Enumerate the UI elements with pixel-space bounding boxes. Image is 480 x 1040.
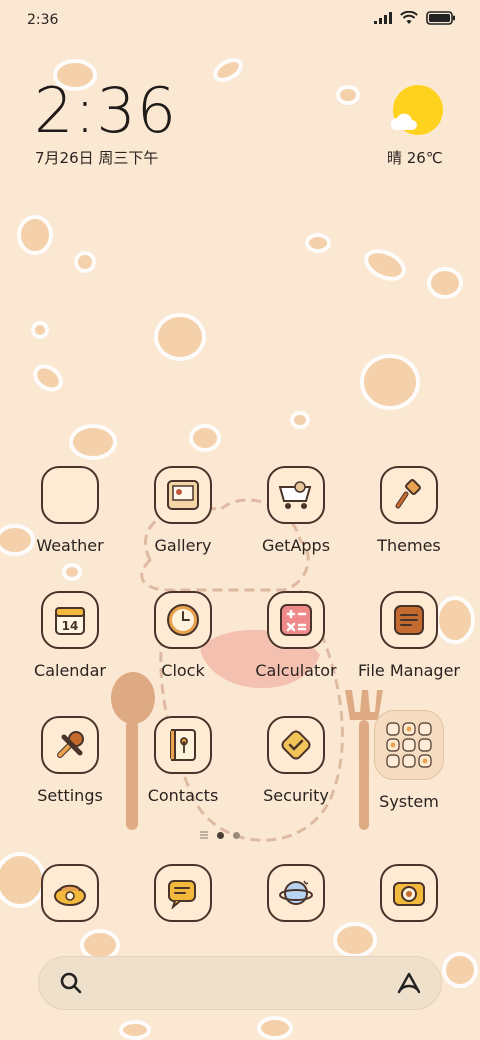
status-icons — [374, 11, 456, 25]
app-getapps[interactable]: GetApps — [240, 466, 352, 555]
dock-camera[interactable] — [380, 864, 438, 922]
app-calculator[interactable]: Calculator — [240, 591, 352, 680]
status-bar: 2:36 — [0, 0, 480, 40]
app-label: Settings — [37, 786, 103, 805]
app-label: Calculator — [255, 661, 337, 680]
camera-icon — [393, 882, 425, 906]
app-system-folder[interactable]: System — [353, 710, 465, 811]
app-clock[interactable]: Clock — [127, 591, 239, 680]
contacts-icon — [154, 716, 212, 774]
settings-icon — [41, 716, 99, 774]
app-label: Weather — [36, 536, 104, 555]
file-manager-icon — [380, 591, 438, 649]
app-weather[interactable]: Weather — [14, 466, 126, 555]
dock-browser[interactable] — [267, 864, 325, 922]
search-icon — [60, 972, 82, 994]
app-label: Calendar — [34, 661, 106, 680]
getapps-icon — [267, 466, 325, 524]
app-label: Clock — [161, 661, 205, 680]
weather-icon — [41, 466, 99, 524]
page-list-icon — [200, 831, 208, 839]
assistant-icon[interactable] — [395, 970, 423, 996]
signal-icon — [374, 12, 392, 24]
messages-icon — [168, 880, 196, 909]
clock-icon — [154, 591, 212, 649]
gallery-icon — [154, 466, 212, 524]
page-dot-active — [217, 831, 224, 839]
search-bar[interactable] — [38, 956, 442, 1010]
app-label: File Manager — [358, 661, 460, 680]
app-contacts[interactable]: Contacts — [127, 716, 239, 805]
clock-widget-time[interactable]: 2:36 — [34, 80, 177, 142]
dock-phone[interactable] — [41, 864, 99, 922]
browser-icon — [279, 880, 313, 905]
app-calendar[interactable]: 14 Calendar — [14, 591, 126, 680]
app-label: System — [379, 792, 439, 811]
calendar-day: 14 — [62, 619, 79, 633]
weather-temperature: 晴 26℃ — [387, 149, 443, 167]
status-time: 2:36 — [27, 12, 59, 28]
system-folder-icon — [374, 710, 444, 780]
page-indicator[interactable] — [200, 831, 240, 839]
app-gallery[interactable]: Gallery — [127, 466, 239, 555]
app-label: GetApps — [261, 536, 331, 555]
calendar-icon: 14 — [41, 591, 99, 649]
app-label: Themes — [377, 536, 441, 555]
dock-messages[interactable] — [154, 864, 212, 922]
weather-widget[interactable] — [385, 84, 447, 142]
battery-icon — [426, 11, 455, 25]
security-icon — [267, 716, 325, 774]
page-dot — [233, 831, 240, 839]
app-label: Security — [263, 786, 329, 805]
app-settings[interactable]: Settings — [14, 716, 126, 805]
app-themes[interactable]: Themes — [353, 466, 465, 555]
calculator-icon — [267, 591, 325, 649]
wifi-icon — [400, 11, 418, 24]
app-file-manager[interactable]: File Manager — [353, 591, 465, 680]
app-security[interactable]: Security — [240, 716, 352, 805]
clock-widget-date: 7月26日 周三下午 — [35, 149, 159, 167]
sun-cloud-icon — [390, 85, 443, 135]
themes-icon — [380, 466, 438, 524]
app-label: Gallery — [154, 536, 212, 555]
phone-icon — [54, 884, 86, 906]
app-label: Contacts — [147, 786, 219, 805]
